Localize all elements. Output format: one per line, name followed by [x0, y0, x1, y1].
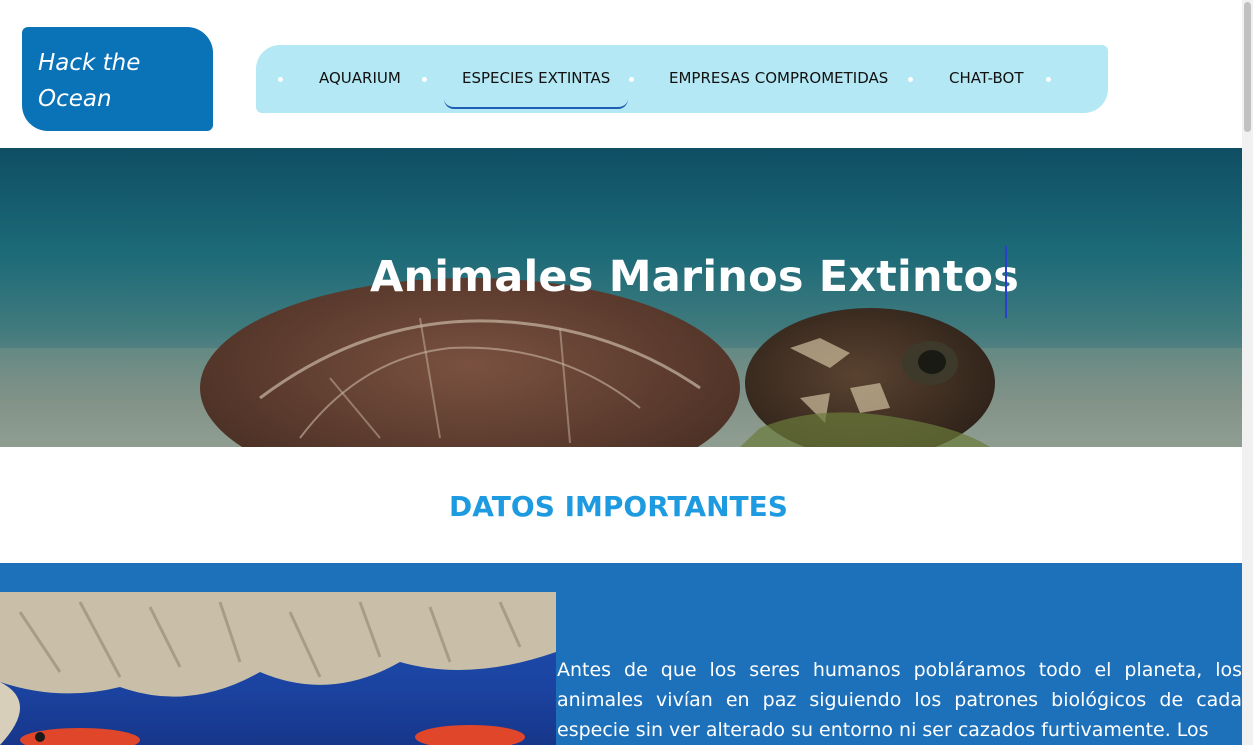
logo-line-1: Hack the [38, 50, 141, 76]
scrollbar[interactable] [1242, 0, 1253, 745]
active-nav-indicator [444, 98, 628, 109]
section-title: DATOS IMPORTANTES [449, 490, 788, 523]
typing-cursor [1005, 246, 1007, 318]
nav-item-empresas-comprometidas[interactable]: EMPRESAS COMPROMETIDAS [669, 45, 888, 113]
nav-separator-dot [908, 77, 913, 82]
hero-banner: Animales Marinos Extintos [0, 148, 1242, 447]
coral-illustration [0, 592, 556, 745]
nav-separator-dot [1046, 77, 1051, 82]
nav-separator-dot [278, 77, 283, 82]
scrollbar-thumb[interactable] [1244, 2, 1251, 132]
intro-paragraph: Antes de que los seres humanos pobláramo… [557, 659, 1242, 741]
main-nav: AQUARIUM ESPECIES EXTINTAS EMPRESAS COMP… [256, 45, 1108, 113]
nav-item-chat-bot[interactable]: CHAT-BOT [949, 45, 1024, 113]
nav-separator-dot [422, 77, 427, 82]
nav-separator-dot [629, 77, 634, 82]
nav-item-aquarium[interactable]: AQUARIUM [319, 45, 401, 113]
site-logo[interactable]: Hack the Ocean [22, 27, 213, 131]
hero-title: Animales Marinos Extintos [370, 252, 1020, 302]
coral-reef-image [0, 592, 556, 745]
logo-line-2: Ocean [38, 86, 112, 112]
